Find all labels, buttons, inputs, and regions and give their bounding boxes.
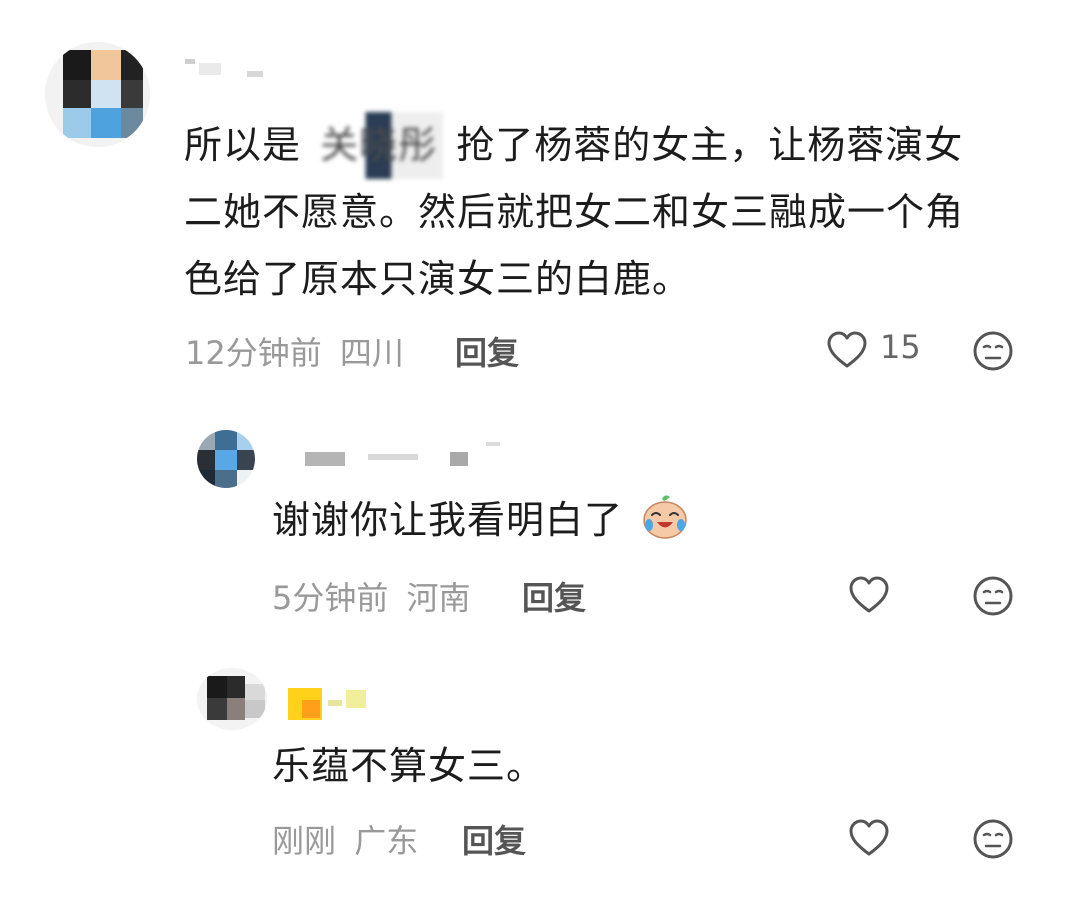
avatar[interactable] bbox=[45, 42, 150, 147]
comment-location: 四川 bbox=[339, 334, 404, 372]
comment-line-2: 二她不愿意。然后就把女二和女三融成一个角 bbox=[184, 190, 965, 234]
comment-meta: 刚刚 广东 bbox=[272, 816, 418, 862]
pixelated-avatar-image bbox=[45, 42, 150, 147]
comment-time: 刚刚 bbox=[272, 822, 337, 860]
pixelated-avatar-image bbox=[197, 430, 255, 488]
blurred-username-image bbox=[288, 688, 366, 720]
avatar[interactable] bbox=[197, 668, 267, 730]
pixelated-avatar-image bbox=[197, 668, 267, 730]
neutral-face-icon[interactable] bbox=[972, 818, 1014, 864]
redacted-name: 关晓彤 bbox=[314, 112, 444, 179]
heart-outline-icon[interactable] bbox=[826, 330, 868, 374]
like-count: 15 bbox=[880, 328, 921, 366]
username-redacted[interactable] bbox=[300, 440, 510, 470]
comment-meta: 5分钟前 河南 bbox=[272, 573, 471, 619]
reply-button[interactable]: 回复 bbox=[462, 816, 526, 862]
blurred-username-image bbox=[185, 59, 263, 77]
comment-location: 广东 bbox=[354, 822, 419, 860]
crying-laughing-sticker-icon bbox=[640, 491, 690, 541]
reply-button[interactable]: 回复 bbox=[455, 328, 519, 374]
comment-meta: 12分钟前 四川 bbox=[185, 328, 404, 374]
comment-text: 谢谢你让我看明白了 bbox=[272, 487, 690, 554]
heart-outline-icon[interactable] bbox=[848, 818, 890, 862]
avatar[interactable] bbox=[197, 430, 255, 488]
heart-outline-icon[interactable] bbox=[848, 575, 890, 619]
comment-text: 乐蕴不算女三。 bbox=[272, 744, 546, 788]
blurred-username-image bbox=[305, 442, 500, 466]
username-redacted[interactable] bbox=[288, 686, 378, 722]
neutral-face-icon[interactable] bbox=[972, 575, 1014, 621]
username-redacted[interactable] bbox=[185, 55, 275, 85]
neutral-face-icon[interactable] bbox=[972, 330, 1014, 376]
reply-button[interactable]: 回复 bbox=[522, 573, 586, 619]
comment-time: 12分钟前 bbox=[185, 334, 322, 372]
comment-text: 所以是 关晓彤 抢了杨蓉的女主，让杨蓉演女 二她不愿意。然后就把女二和女三融成一… bbox=[184, 112, 1044, 313]
comment-time: 5分钟前 bbox=[272, 579, 389, 617]
comment-location: 河南 bbox=[406, 579, 471, 617]
comment-line-3: 色给了原本只演女三的白鹿。 bbox=[184, 257, 692, 301]
comment-line-1: 所以是 关晓彤 抢了杨蓉的女主，让杨蓉演女 bbox=[184, 112, 1044, 179]
